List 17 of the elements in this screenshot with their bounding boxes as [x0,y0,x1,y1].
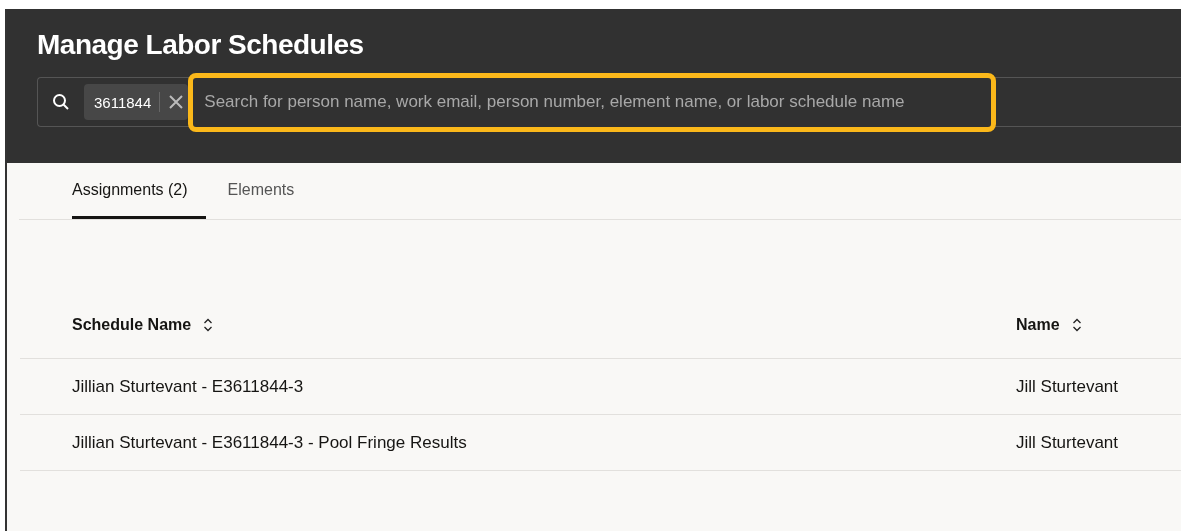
column-header[interactable]: Schedule Name [72,316,1016,334]
table-cell-text: Jillian Sturtevant - E3611844-3 - Pool Fringe Results [72,432,468,453]
column-header[interactable]: Name [1016,316,1082,334]
table-cell: Jill Sturtevant [1016,432,1119,453]
sort-icon[interactable] [1071,318,1082,332]
table-cell: Jill Sturtevant [1016,376,1119,397]
chip-label: 3611844 [94,93,152,111]
column-title: Schedule Name [72,316,192,334]
column-title: Name [1016,316,1060,334]
page-title: Manage Labor Schedules [37,29,365,61]
search-field[interactable]: Search for person name, work email, person number, element name, or labor schedule name [188,72,997,132]
search-icon[interactable] [52,93,70,111]
table-cell-text: Jillian Sturtevant - E3611844-3 [72,376,305,397]
close-icon[interactable] [168,94,185,110]
tab[interactable]: Elements [227,163,313,219]
tab[interactable]: Assignments (2) [72,163,206,219]
sort-icon[interactable] [203,318,214,332]
